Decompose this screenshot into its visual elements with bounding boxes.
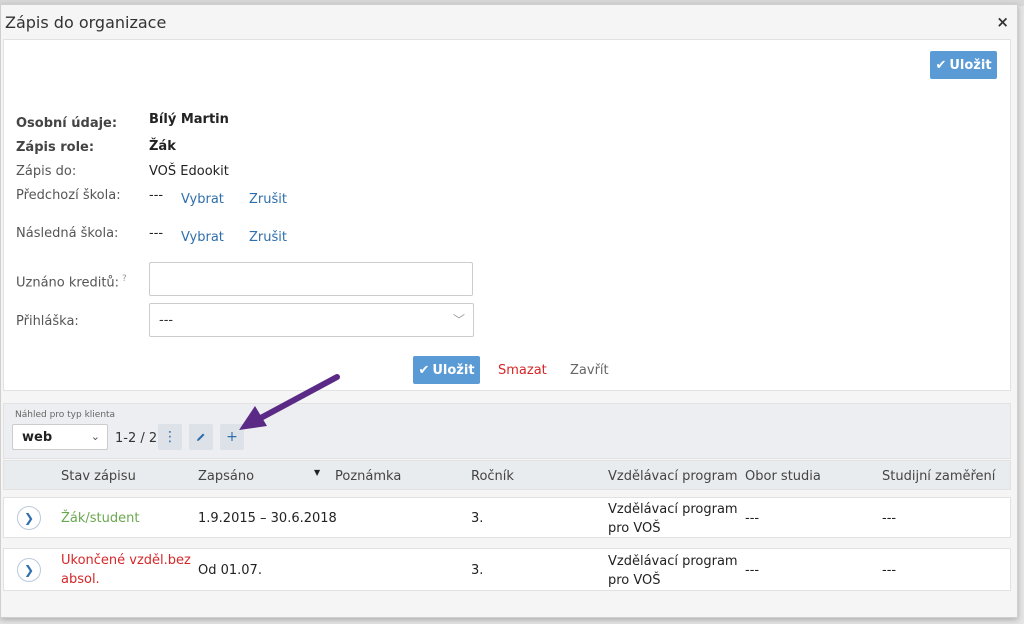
- next-school-cancel-link[interactable]: Zrušit: [249, 230, 287, 245]
- pencil-icon: [197, 433, 205, 441]
- cell-specialization: ---: [882, 511, 897, 526]
- sort-desc-icon: ▼: [314, 468, 321, 477]
- more-options-button[interactable]: ⋮: [158, 424, 182, 450]
- pager-text: 1-2 / 2: [115, 431, 158, 446]
- close-icon[interactable]: ×: [996, 13, 1009, 31]
- help-icon[interactable]: ?: [122, 274, 127, 284]
- column-header-year[interactable]: Ročník: [471, 469, 514, 484]
- close-button[interactable]: Zavřít: [570, 363, 609, 378]
- cell-enrolled: 1.9.2015 – 30.6.2018: [198, 511, 337, 526]
- prev-school-choose-link[interactable]: Vybrat: [181, 192, 224, 207]
- prev-school-cancel-link[interactable]: Zrušit: [249, 192, 287, 207]
- cell-status: Žák/student: [61, 511, 140, 526]
- cell-program-line: pro VOŠ: [608, 521, 661, 536]
- prev-school-label: Předchozí škola:: [16, 188, 121, 203]
- dialog-title: Zápis do organizace: [5, 13, 167, 32]
- dialog-header: Zápis do organizace ×: [1, 5, 1017, 39]
- annotation-arrow-icon: [239, 374, 340, 430]
- vertical-dots-icon: ⋮: [163, 429, 177, 445]
- save-button-top[interactable]: ✔ Uložit: [930, 51, 997, 79]
- prev-school-value: ---: [149, 188, 164, 203]
- cell-status-line: Ukončené vzděl.bez: [61, 553, 191, 568]
- column-header-field[interactable]: Obor studia: [745, 469, 821, 484]
- application-select[interactable]: --- ﹀: [149, 303, 474, 337]
- cell-status: Ukončené vzděl.bez absol.: [61, 551, 191, 589]
- role-value: Žák: [149, 139, 176, 154]
- cell-program-line: Vzdělávací program: [608, 554, 738, 569]
- enroll-to-label: Zápis do:: [16, 164, 77, 179]
- cell-year: 3.: [471, 563, 484, 578]
- application-label: Přihláška:: [16, 314, 79, 329]
- chevron-right-icon: ❯: [23, 511, 35, 525]
- check-icon: ✔: [418, 362, 430, 378]
- table-row[interactable]: ❯ Žák/student 1.9.2015 – 30.6.2018 3. Vz…: [3, 497, 1011, 538]
- client-type-label: Náhled pro typ klienta: [15, 410, 116, 420]
- role-label: Zápis role:: [16, 140, 95, 155]
- cell-program: Vzdělávací program pro VOŠ: [608, 552, 738, 590]
- check-icon: ✔: [935, 57, 947, 73]
- save-button-label: Uložit: [949, 57, 992, 73]
- next-school-value: ---: [149, 226, 164, 241]
- credits-input[interactable]: [149, 262, 473, 296]
- save-button-label: Uložit: [432, 362, 475, 378]
- cell-status-line: absol.: [61, 572, 100, 587]
- form-panel: ✔ Uložit Osobní údaje: Bílý Martin Zápis…: [3, 39, 1011, 391]
- expand-row-button[interactable]: ❯: [17, 506, 41, 530]
- chevron-right-icon: ❯: [23, 563, 35, 577]
- personal-data-label: Osobní údaje:: [16, 116, 118, 131]
- cell-program-line: pro VOŠ: [608, 573, 661, 588]
- next-school-label: Následná škola:: [16, 226, 119, 241]
- column-header-enrolled[interactable]: Zapsáno: [198, 469, 254, 484]
- cell-enrolled: Od 01.07.: [198, 563, 262, 578]
- cell-field: ---: [745, 563, 760, 578]
- table-row[interactable]: ❯ Ukončené vzděl.bez absol. Od 01.07. 3.…: [3, 548, 1011, 591]
- credits-label: Uznáno kreditů:?: [16, 274, 127, 290]
- chevron-down-icon: ﹀: [452, 313, 465, 327]
- edit-button[interactable]: [189, 424, 213, 450]
- personal-data-value: Bílý Martin: [149, 112, 229, 127]
- chevron-down-icon: ⌄: [90, 430, 100, 443]
- cell-year: 3.: [471, 511, 484, 526]
- enrollment-dialog: Zápis do organizace × ✔ Uložit Osobní úd…: [0, 4, 1018, 618]
- client-type-value: web: [22, 430, 53, 445]
- save-button[interactable]: ✔ Uložit: [413, 356, 480, 384]
- next-school-choose-link[interactable]: Vybrat: [181, 230, 224, 245]
- grid-toolbar: Náhled pro typ klienta web ⌄ 1-2 / 2 ⋮ +: [3, 403, 1011, 459]
- cell-field: ---: [745, 511, 760, 526]
- expand-row-button[interactable]: ❯: [17, 558, 41, 582]
- cell-specialization: ---: [882, 563, 897, 578]
- table-header: Stav zápisu Zapsáno ▼ Poznámka Ročník Vz…: [3, 460, 1011, 490]
- column-header-note[interactable]: Poznámka: [335, 469, 401, 484]
- cell-program-line: Vzdělávací program: [608, 502, 738, 517]
- application-select-value: ---: [159, 313, 174, 328]
- credits-label-text: Uznáno kreditů:: [16, 275, 120, 291]
- column-header-program[interactable]: Vzdělávací program: [608, 469, 738, 484]
- column-header-status[interactable]: Stav zápisu: [61, 469, 136, 484]
- cell-program: Vzdělávací program pro VOŠ: [608, 500, 738, 538]
- delete-button[interactable]: Smazat: [498, 363, 547, 378]
- column-header-specialization[interactable]: Studijní zaměření: [882, 469, 995, 484]
- client-type-select[interactable]: web ⌄: [12, 424, 108, 450]
- enroll-to-value: VOŠ Edookit: [149, 164, 229, 179]
